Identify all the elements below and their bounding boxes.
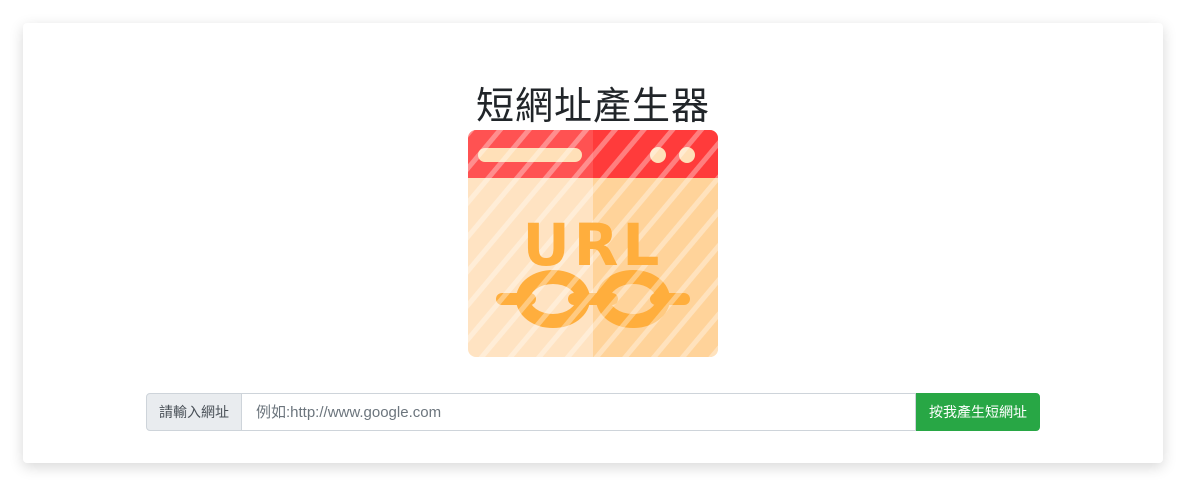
url-input-label: 請輸入網址 (146, 393, 242, 431)
url-input-group: 請輸入網址 按我產生短網址 (146, 393, 1040, 431)
illustration-url-text: URL (523, 211, 664, 279)
page-title: 短網址產生器 (475, 84, 710, 128)
url-input[interactable] (242, 393, 916, 431)
generate-short-url-button[interactable]: 按我產生短網址 (916, 393, 1040, 431)
url-link-browser-icon: URL (468, 130, 718, 357)
main-card: 短網址產生器 URL 請輸入網址 按我產生短網址 (23, 23, 1163, 463)
